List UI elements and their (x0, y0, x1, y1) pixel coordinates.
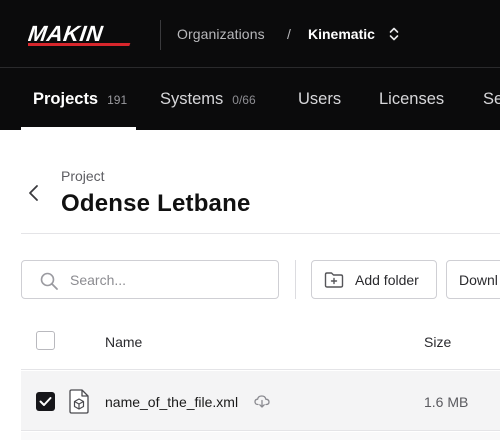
checkmark-icon (39, 397, 52, 406)
chevron-left-icon[interactable] (22, 180, 44, 206)
search-input[interactable] (70, 261, 270, 298)
search-icon (40, 272, 58, 290)
brand-bar: MAKIN Organizations / Kinematic (0, 0, 500, 68)
tab-users[interactable]: Users (298, 69, 341, 130)
brand-divider (160, 20, 161, 50)
tab-projects-label: Projects (33, 90, 99, 108)
select-all-checkbox[interactable] (36, 331, 55, 350)
toolbar-divider (295, 260, 296, 299)
tab-licenses-label: Licenses (379, 90, 445, 108)
add-folder-button[interactable]: Add folder (311, 260, 437, 299)
tab-systems[interactable]: Systems 0/66 (160, 69, 256, 130)
makin-logo-mark: MAKIN (28, 22, 131, 46)
download-label: Downl (459, 271, 498, 288)
file-cube-icon (69, 389, 89, 414)
folder-plus-icon (324, 271, 344, 288)
table-header: Name Size (21, 312, 500, 370)
tab-projects[interactable]: Projects 191 (21, 69, 136, 130)
cloud-download-icon[interactable] (254, 393, 270, 409)
page-title: Odense Letbane (61, 190, 251, 217)
breadcrumb-organizations[interactable]: Organizations (177, 26, 265, 42)
tab-licenses[interactable]: Licenses (379, 69, 444, 130)
row-checkbox[interactable] (36, 392, 55, 411)
file-name[interactable]: name_of_the_file.xml (105, 394, 238, 410)
tab-users-label: Users (298, 90, 342, 108)
column-header-name[interactable]: Name (105, 334, 142, 350)
makin-logo[interactable]: MAKIN (28, 22, 140, 48)
breadcrumb-current-organization[interactable]: Kinematic (308, 26, 375, 42)
tab-settings-truncated[interactable]: Se (483, 69, 500, 130)
chevron-up-down-icon[interactable] (388, 25, 400, 43)
main-nav: Projects 191 Systems 0/66 Users Licenses… (0, 69, 500, 130)
file-size: 1.6 MB (424, 394, 469, 410)
table-row-partial (21, 432, 500, 440)
tab-systems-label: Systems (160, 90, 224, 108)
column-header-size[interactable]: Size (424, 334, 451, 350)
tab-systems-count: 0/66 (232, 92, 256, 107)
search-box[interactable] (21, 260, 279, 299)
page-eyebrow: Project (61, 168, 105, 184)
breadcrumb-separator: / (287, 26, 291, 42)
header-divider (21, 233, 500, 234)
add-folder-label: Add folder (355, 271, 419, 288)
tab-projects-count: 191 (107, 92, 128, 107)
download-button[interactable]: Downl (446, 260, 500, 299)
table-row[interactable]: name_of_the_file.xml 1.6 MB (21, 371, 500, 431)
top-header: MAKIN Organizations / Kinematic Projects… (0, 0, 500, 130)
svg-text:MAKIN: MAKIN (28, 22, 105, 46)
tab-settings-label: Se (483, 90, 500, 108)
